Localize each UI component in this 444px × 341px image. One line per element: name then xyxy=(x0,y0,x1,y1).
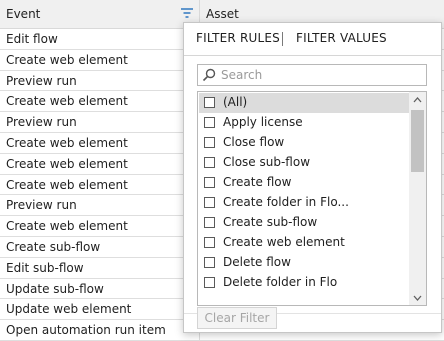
event-cell: Create web element xyxy=(0,49,200,70)
column-header-event-label: Event xyxy=(6,7,41,21)
list-item[interactable]: Close sub-flow xyxy=(199,153,409,173)
list-item-label: Close flow xyxy=(223,135,285,149)
checkbox[interactable] xyxy=(204,197,215,208)
event-cell: Create web element xyxy=(0,216,200,236)
list-item[interactable]: Apply license xyxy=(199,113,409,133)
filter-values-list: (All) Apply license Close flow Close sub-fl… xyxy=(197,91,427,306)
list-item-label: (All) xyxy=(223,95,248,109)
event-cell: Create web element xyxy=(0,153,200,174)
checkbox[interactable] xyxy=(204,277,215,288)
list-item-label: Create sub-flow xyxy=(223,215,318,229)
list-item[interactable]: Delete folder in Flo xyxy=(199,273,409,293)
checkbox[interactable] xyxy=(204,237,215,248)
list-item-label: Delete flow xyxy=(223,255,291,269)
list-item-label: Create folder in Flo... xyxy=(223,195,349,209)
search-box[interactable] xyxy=(197,64,427,86)
list-item-label: Delete folder in Flo xyxy=(223,275,338,289)
column-header-asset-label: Asset xyxy=(206,7,239,21)
event-cell: Preview run xyxy=(0,195,200,216)
event-cell: Open automation run item xyxy=(0,320,200,340)
checkbox[interactable] xyxy=(204,117,215,128)
list-item[interactable]: Delete flow xyxy=(199,253,409,273)
list-item-label: Apply license xyxy=(223,115,303,129)
event-cell: Update sub-flow xyxy=(0,278,200,299)
checkbox[interactable] xyxy=(204,97,215,108)
checkbox[interactable] xyxy=(204,157,215,168)
list-item[interactable]: Close flow xyxy=(199,133,409,153)
tab-divider xyxy=(282,32,283,46)
list-item-label: Create web element xyxy=(223,235,345,249)
event-cell: Create sub-flow xyxy=(0,236,200,257)
checkbox[interactable] xyxy=(204,137,215,148)
list-item[interactable]: (All) xyxy=(199,93,409,113)
filter-popup: FILTER RULES FILTER VALUES (All) Apply li… xyxy=(183,22,442,333)
event-cell: Update web element xyxy=(0,299,200,320)
event-cell: Edit flow xyxy=(0,29,200,49)
filter-icon[interactable] xyxy=(180,7,194,20)
list-item-label: Create flow xyxy=(223,175,292,189)
list-item[interactable]: Create flow xyxy=(199,173,409,193)
tabs-divider xyxy=(184,55,441,56)
scrollbar-thumb[interactable] xyxy=(411,110,424,172)
list-item[interactable]: Create folder in Flo... xyxy=(199,193,409,213)
filter-tabs: FILTER RULES FILTER VALUES xyxy=(184,23,441,53)
checkbox[interactable] xyxy=(204,217,215,228)
event-cell: Create web element xyxy=(0,91,200,112)
event-cell: Edit sub-flow xyxy=(0,257,200,278)
column-header-event[interactable]: Event xyxy=(0,0,200,28)
chevron-up-icon[interactable] xyxy=(409,93,426,107)
event-cell: Create web element xyxy=(0,174,200,195)
tab-filter-rules[interactable]: FILTER RULES xyxy=(196,31,280,45)
list-item-label: Close sub-flow xyxy=(223,155,311,169)
checkbox[interactable] xyxy=(204,257,215,268)
list-item[interactable]: Create web element xyxy=(199,233,409,253)
event-cell: Create web element xyxy=(0,132,200,153)
chevron-down-icon[interactable] xyxy=(409,291,426,305)
list-item[interactable]: Create sub-flow xyxy=(199,213,409,233)
search-icon xyxy=(202,68,216,82)
checkbox[interactable] xyxy=(204,177,215,188)
event-cell: Preview run xyxy=(0,70,200,91)
search-input[interactable] xyxy=(221,67,421,83)
clear-filter-button[interactable]: Clear Filter xyxy=(197,307,277,329)
list-scrollbar[interactable] xyxy=(409,92,426,305)
event-cell: Preview run xyxy=(0,112,200,132)
tab-filter-values[interactable]: FILTER VALUES xyxy=(296,31,387,45)
